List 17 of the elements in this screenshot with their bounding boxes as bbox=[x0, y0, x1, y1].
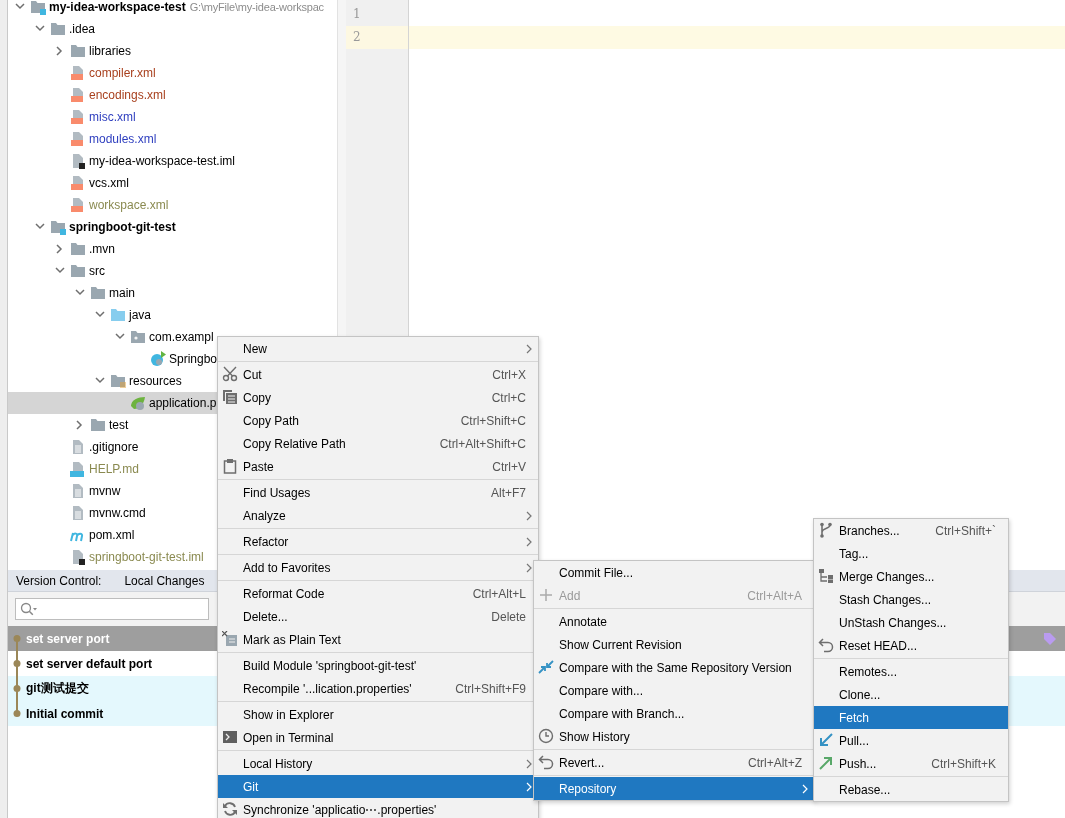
shortcut-label: Ctrl+Alt+Shift+C bbox=[439, 436, 526, 451]
shortcut-label: Ctrl+C bbox=[491, 390, 526, 405]
shortcut-label: Alt+F7 bbox=[491, 485, 526, 500]
shortcut-label: Ctrl+Shift+K bbox=[931, 756, 996, 771]
shortcut-label: Ctrl+Shift+C bbox=[460, 413, 526, 428]
shortcut-label: Ctrl+Shift+F9 bbox=[455, 681, 526, 696]
panel-title: Version Control: bbox=[16, 573, 102, 588]
line-number: 1 bbox=[352, 6, 362, 23]
shortcut-label: Ctrl+Alt+Z bbox=[748, 755, 802, 770]
shortcut-label: Ctrl+Shift+` bbox=[935, 523, 996, 538]
shortcut-label: Ctrl+X bbox=[492, 367, 526, 382]
shortcut-label: Delete bbox=[491, 609, 526, 624]
line-number: 2 bbox=[346, 26, 408, 49]
shortcut-label: Ctrl+Alt+A bbox=[747, 588, 802, 603]
shortcut-label: Ctrl+V bbox=[492, 459, 526, 474]
path-label: G:\myFile\my-idea-workspac bbox=[189, 1, 324, 13]
shortcut-label: Ctrl+Alt+L bbox=[472, 586, 526, 601]
